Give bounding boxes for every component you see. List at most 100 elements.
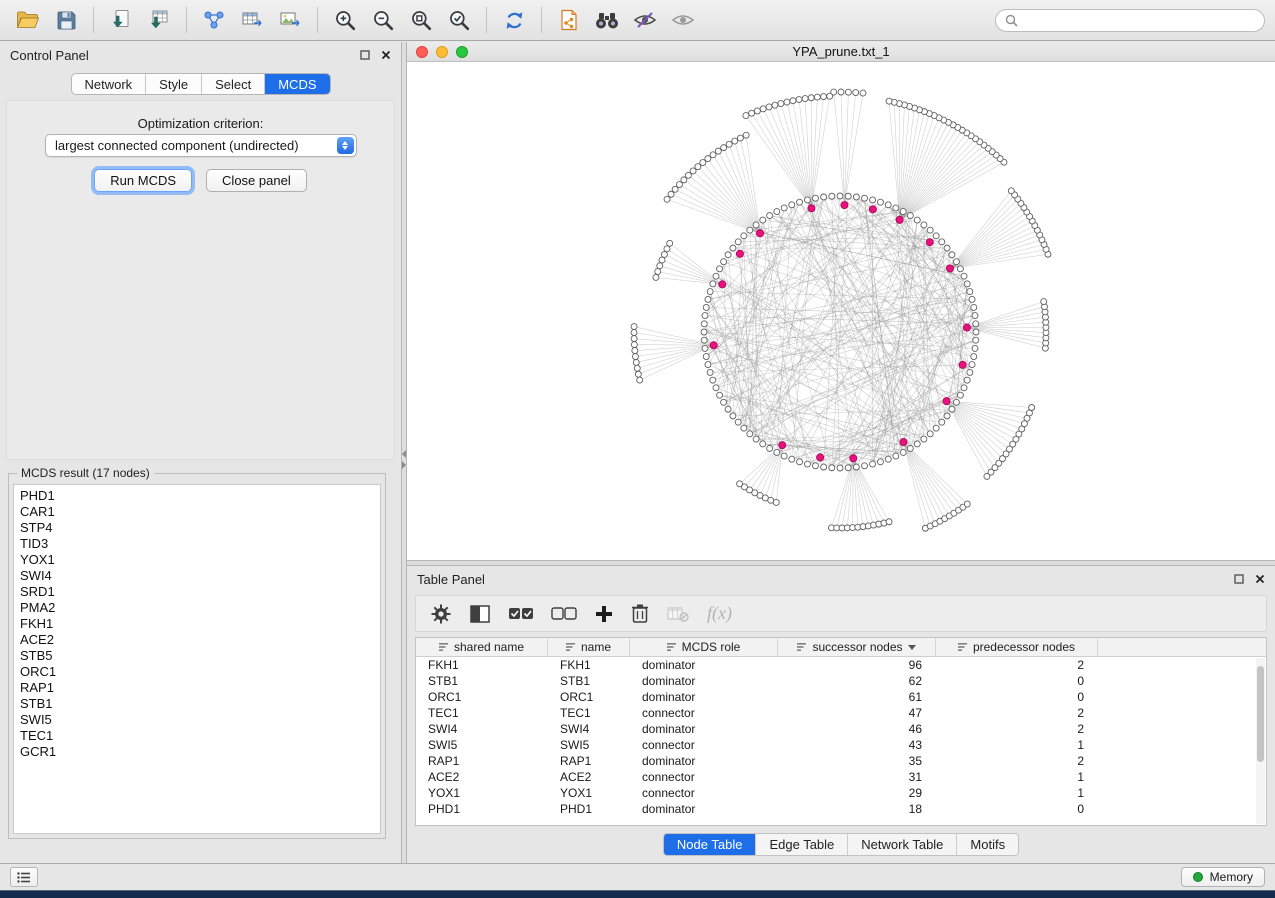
- deselect-all-icon[interactable]: [551, 604, 577, 624]
- table-row[interactable]: YOX1 YOX1 connector 29 1: [416, 785, 1266, 801]
- tab-mcds[interactable]: MCDS: [265, 74, 329, 94]
- cell-successor-nodes: 61: [778, 690, 936, 704]
- mcds-result-item[interactable]: ACE2: [20, 632, 374, 648]
- table-row[interactable]: ACE2 ACE2 connector 31 1: [416, 769, 1266, 785]
- mcds-result-item[interactable]: SWI4: [20, 568, 374, 584]
- tab-network[interactable]: Network: [71, 74, 146, 94]
- search-box[interactable]: [995, 9, 1265, 32]
- zoom-fit-button[interactable]: [403, 4, 439, 36]
- tab-motifs[interactable]: Motifs: [957, 834, 1018, 855]
- network-canvas[interactable]: [407, 62, 1275, 560]
- cell-successor-nodes: 47: [778, 706, 936, 720]
- mcds-result-item[interactable]: RAP1: [20, 680, 374, 696]
- cell-mcds-role: dominator: [630, 802, 778, 816]
- column-header-name[interactable]: name: [548, 638, 630, 656]
- table-row[interactable]: SWI5 SWI5 connector 43 1: [416, 737, 1266, 753]
- mcds-result-item[interactable]: FKH1: [20, 616, 374, 632]
- save-session-button[interactable]: [48, 4, 84, 36]
- network-titlebar[interactable]: YPA_prune.txt_1: [407, 42, 1275, 62]
- select-all-icon[interactable]: [508, 604, 534, 624]
- column-header-mcds-role[interactable]: MCDS role: [630, 638, 778, 656]
- float-panel-icon[interactable]: [360, 50, 370, 60]
- table-row[interactable]: SWI4 SWI4 dominator 46 2: [416, 721, 1266, 737]
- apply-layout-button[interactable]: [496, 4, 532, 36]
- show-all-button[interactable]: [665, 4, 701, 36]
- cell-predecessor-nodes: 2: [936, 722, 1098, 736]
- optimization-criterion-select[interactable]: largest connected component (undirected): [45, 134, 357, 157]
- import-network-button[interactable]: [103, 4, 139, 36]
- mcds-result-item[interactable]: ORC1: [20, 664, 374, 680]
- mcds-result-item[interactable]: YOX1: [20, 552, 374, 568]
- mcds-result-item[interactable]: STB1: [20, 696, 374, 712]
- run-mcds-button[interactable]: Run MCDS: [94, 169, 192, 192]
- splitter-grip-icon[interactable]: [402, 450, 406, 469]
- table-row[interactable]: RAP1 RAP1 dominator 35 2: [416, 753, 1266, 769]
- search-input[interactable]: [1024, 13, 1255, 27]
- import-table-button[interactable]: [141, 4, 177, 36]
- cell-shared-name: ORC1: [416, 690, 548, 704]
- cell-predecessor-nodes: 0: [936, 690, 1098, 704]
- tab-style[interactable]: Style: [146, 74, 202, 94]
- table-row[interactable]: ORC1 ORC1 dominator 61 0: [416, 689, 1266, 705]
- mcds-result-item[interactable]: TID3: [20, 536, 374, 552]
- table-scrollbar[interactable]: [1256, 658, 1265, 824]
- maximize-window-button[interactable]: [456, 46, 468, 58]
- add-column-icon[interactable]: [594, 604, 614, 624]
- function-builder-button: f(x): [707, 603, 732, 624]
- mcds-result-title: MCDS result (17 nodes): [17, 466, 154, 480]
- memory-button[interactable]: Memory: [1181, 867, 1265, 887]
- column-header-successor-nodes[interactable]: successor nodes: [778, 638, 936, 656]
- mcds-result-item[interactable]: TEC1: [20, 728, 374, 744]
- export-image-button[interactable]: [272, 4, 308, 36]
- zoom-out-button[interactable]: [365, 4, 401, 36]
- sort-icon: [566, 642, 576, 652]
- close-panel-button[interactable]: Close panel: [206, 169, 307, 192]
- mcds-result-item[interactable]: PHD1: [20, 488, 374, 504]
- tab-network-table[interactable]: Network Table: [848, 834, 957, 855]
- sort-icon: [958, 642, 968, 652]
- mcds-result-item[interactable]: STB5: [20, 648, 374, 664]
- mcds-result-item[interactable]: SWI5: [20, 712, 374, 728]
- zoom-selected-button[interactable]: [441, 4, 477, 36]
- settings-gear-icon[interactable]: [430, 603, 452, 625]
- cell-predecessor-nodes: 1: [936, 738, 1098, 752]
- mcds-result-item[interactable]: PMA2: [20, 600, 374, 616]
- hide-unselected-button[interactable]: [627, 4, 663, 36]
- network-graph: [407, 62, 1275, 560]
- export-network-button[interactable]: [196, 4, 232, 36]
- table-row[interactable]: STB1 STB1 dominator 62 0: [416, 673, 1266, 689]
- mcds-result-list[interactable]: PHD1CAR1STP4TID3YOX1SWI4SRD1PMA2FKH1ACE2…: [13, 484, 381, 834]
- tab-node-table[interactable]: Node Table: [664, 834, 757, 855]
- mcds-result-item[interactable]: CAR1: [20, 504, 374, 520]
- column-header-shared-name[interactable]: shared name: [416, 638, 548, 656]
- close-window-button[interactable]: [416, 46, 428, 58]
- table-row[interactable]: FKH1 FKH1 dominator 96 2: [416, 657, 1266, 673]
- table-row[interactable]: TEC1 TEC1 connector 47 2: [416, 705, 1266, 721]
- cell-predecessor-nodes: 0: [936, 674, 1098, 688]
- zoom-in-button[interactable]: [327, 4, 363, 36]
- status-menu-button[interactable]: [10, 867, 38, 887]
- mcds-result-item[interactable]: SRD1: [20, 584, 374, 600]
- tab-select[interactable]: Select: [202, 74, 265, 94]
- scrollbar-thumb[interactable]: [1257, 666, 1264, 762]
- cell-shared-name: PHD1: [416, 802, 548, 816]
- delete-column-icon[interactable]: [631, 603, 649, 624]
- close-panel-icon[interactable]: [1255, 574, 1265, 584]
- float-panel-icon[interactable]: [1234, 574, 1244, 584]
- show-columns-icon[interactable]: [469, 604, 491, 624]
- save-icon: [56, 10, 77, 31]
- export-table-button[interactable]: [234, 4, 270, 36]
- zoom-in-icon: [334, 9, 356, 31]
- share-network-button[interactable]: [551, 4, 587, 36]
- column-header-predecessor-nodes[interactable]: predecessor nodes: [936, 638, 1098, 656]
- mcds-result-item[interactable]: GCR1: [20, 744, 374, 760]
- find-button[interactable]: [589, 4, 625, 36]
- open-session-button[interactable]: [10, 4, 46, 36]
- minimize-window-button[interactable]: [436, 46, 448, 58]
- close-panel-icon[interactable]: [381, 50, 391, 60]
- mcds-result-item[interactable]: STP4: [20, 520, 374, 536]
- cell-predecessor-nodes: 2: [936, 754, 1098, 768]
- tab-edge-table[interactable]: Edge Table: [756, 834, 848, 855]
- table-row[interactable]: PHD1 PHD1 dominator 18 0: [416, 801, 1266, 817]
- cell-shared-name: TEC1: [416, 706, 548, 720]
